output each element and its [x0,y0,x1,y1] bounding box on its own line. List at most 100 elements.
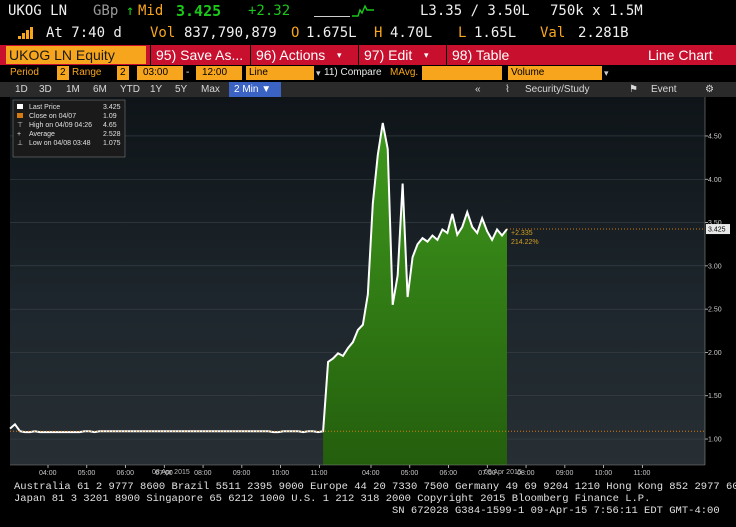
legend-close-label: Close on 04/07 [29,113,76,120]
last-price: 3.425 [176,2,222,20]
sparkline-icon [352,4,374,17]
chart-legend[interactable]: Last Price 3.425 Close on 04/07 1.09 ⊤ H… [12,99,126,158]
edit-dropdown-icon[interactable]: ▾ [424,45,429,65]
low-value: 1.65L [474,25,517,41]
legend-close-value: 1.09 [103,113,117,120]
y-tick-label: 2.50 [708,307,722,314]
x-tick-label: 10:00 [272,470,290,477]
security-field[interactable]: UKOG LN Equity [6,46,146,64]
tab-max[interactable]: Max [196,82,225,97]
quote-stats-row: At 7:40 d Vol 837,790,879 O 1.675L H 4.7… [0,22,736,44]
currency-label: GBp [93,3,119,19]
footer: Australia 61 2 9777 8600 Brazil 5511 239… [0,481,736,517]
compare-button[interactable]: 11) Compare [324,66,382,80]
chart-view-title: Line Chart [648,47,713,63]
volume-label: Vol [150,25,176,41]
open-value: 1.675L [306,25,357,41]
study-dropdown-icon[interactable]: ▾ [604,66,609,80]
price-chart[interactable]: 4.504.003.503.002.502.001.501.00 04:00 05… [0,97,736,479]
chart-style-select[interactable]: Line [246,66,314,80]
x-tick-label: 09:00 [556,470,574,477]
tab-2-min[interactable]: 2 Min ▼ [229,82,281,97]
period-label: Period [10,67,39,78]
range-tabs-row: 1D 3D 1M 6M YTD 1Y 5Y Max 2 Min ▼ « ⌇ Se… [0,82,736,97]
tab-1d[interactable]: 1D [10,82,33,97]
x-tick-label: 05:00 [401,470,419,477]
date-label-day2: 09 Apr 2015 [484,469,522,476]
value-amount: 2.281B [578,25,629,41]
legend-last-price-value: 3.425 [103,104,121,111]
event-button[interactable]: Event [646,82,682,97]
tab-1m[interactable]: 1M [61,82,85,97]
tab-ytd[interactable]: YTD [115,82,145,97]
x-tick-label: 08:00 [194,470,212,477]
quote-header-row: UKOG LN GBp ↑ Mid 3.425 +2.32 L3.35 / 3.… [0,0,736,22]
gear-icon[interactable]: ⚙ [700,82,719,97]
price-type-label: Mid [138,3,164,19]
security-study-button[interactable]: Security/Study [520,82,594,97]
low-label: L [458,25,467,41]
y-tick-label: 1.00 [708,437,722,444]
x-tick-label: 11:00 [310,470,327,477]
footer-session-info: SN 672028 G384-1599-1 09-Apr-15 7:56:11 … [392,505,720,517]
mavg-label: MAvg. [390,67,419,78]
y-tick-label: 4.50 [708,133,722,140]
chart-style-dropdown-icon[interactable]: ▾ [316,66,321,80]
legend-last-price-label: Last Price [29,104,60,111]
up-arrow-icon: ↑ [126,3,135,19]
edit-button[interactable]: 97) Edit [364,45,412,65]
volume-value: 837,790,879 [184,25,277,41]
y-tick-label: 1.50 [708,393,722,400]
tab-5y[interactable]: 5Y [170,82,192,97]
ticker-symbol: UKOG LN [8,3,68,19]
event-flag-icon: ⚑ [629,84,638,95]
range-field[interactable]: 2 [117,66,129,80]
x-tick-label: 10:00 [595,470,613,477]
tab-dropdown-icon: ▼ [261,84,272,95]
period-field[interactable]: 2 [57,66,69,80]
x-tick-label: 04:00 [39,470,57,477]
study-select[interactable]: Volume [508,66,602,80]
last-price-tag-text: 3.425 [708,227,726,234]
bid-ask-size: 750k x 1.5M [550,3,643,19]
range-label: Range [72,67,102,78]
price-change: +2.32 [248,3,291,19]
change-tag: +2.335 [511,230,533,237]
legend-high-value: 4.65 [103,122,117,129]
x-tick-label: 06:00 [440,470,458,477]
open-label: O [291,25,300,41]
tab-6m[interactable]: 6M [88,82,112,97]
mavg-field[interactable] [422,66,502,80]
function-toolbar: UKOG LN Equity 95) Save As... 96) Action… [0,45,736,65]
time-to-field[interactable]: 12:00 [196,66,242,80]
legend-low-value: 1.075 [103,140,121,147]
y-tick-label: 2.00 [708,350,722,357]
date-label-day1: 08 Apr 2015 [152,469,190,476]
legend-high-label: High on 04/09 04:26 [29,122,92,129]
save-as-button[interactable]: 95) Save As... [156,45,243,65]
x-axis: 04:00 05:00 06:00 07:00 08:00 09:00 10:00 11:00… [10,464,705,477]
x-tick-label: 09:00 [233,470,251,477]
table-button[interactable]: 98) Table [452,45,509,65]
close-swatch [17,113,23,118]
quote-time: At 7:40 d [46,25,122,41]
chart-settings-row: Period 2 Range 2 03:00 - 12:00 Line ▾ 11… [0,65,736,81]
tab-1y[interactable]: 1Y [145,82,167,97]
actions-button[interactable]: 96) Actions [256,45,325,65]
x-tick-label: 05:00 [78,470,96,477]
legend-low-label: Low on 04/08 03:48 [29,140,91,147]
x-tick-label: 04:00 [362,470,380,477]
y-tick-label: 4.00 [708,177,722,184]
y-tick-label: 3.00 [708,263,722,270]
tab-3d[interactable]: 3D [34,82,57,97]
x-tick-label: 11:00 [633,470,650,477]
y-axis: 4.504.003.503.002.502.001.501.00 [704,97,722,465]
actions-dropdown-icon[interactable]: ▾ [337,45,342,65]
sparkline-baseline [314,16,350,17]
time-from-field[interactable]: 03:00 [137,66,183,80]
collapse-arrows-icon[interactable]: « [470,82,486,97]
legend-average-label: Average [29,131,55,138]
footer-contacts-line2: Japan 81 3 3201 8900 Singapore 65 6212 1… [14,493,651,505]
low-marker-icon: ⊥ [17,140,23,147]
security-study-icon: ⌇ [505,84,510,95]
